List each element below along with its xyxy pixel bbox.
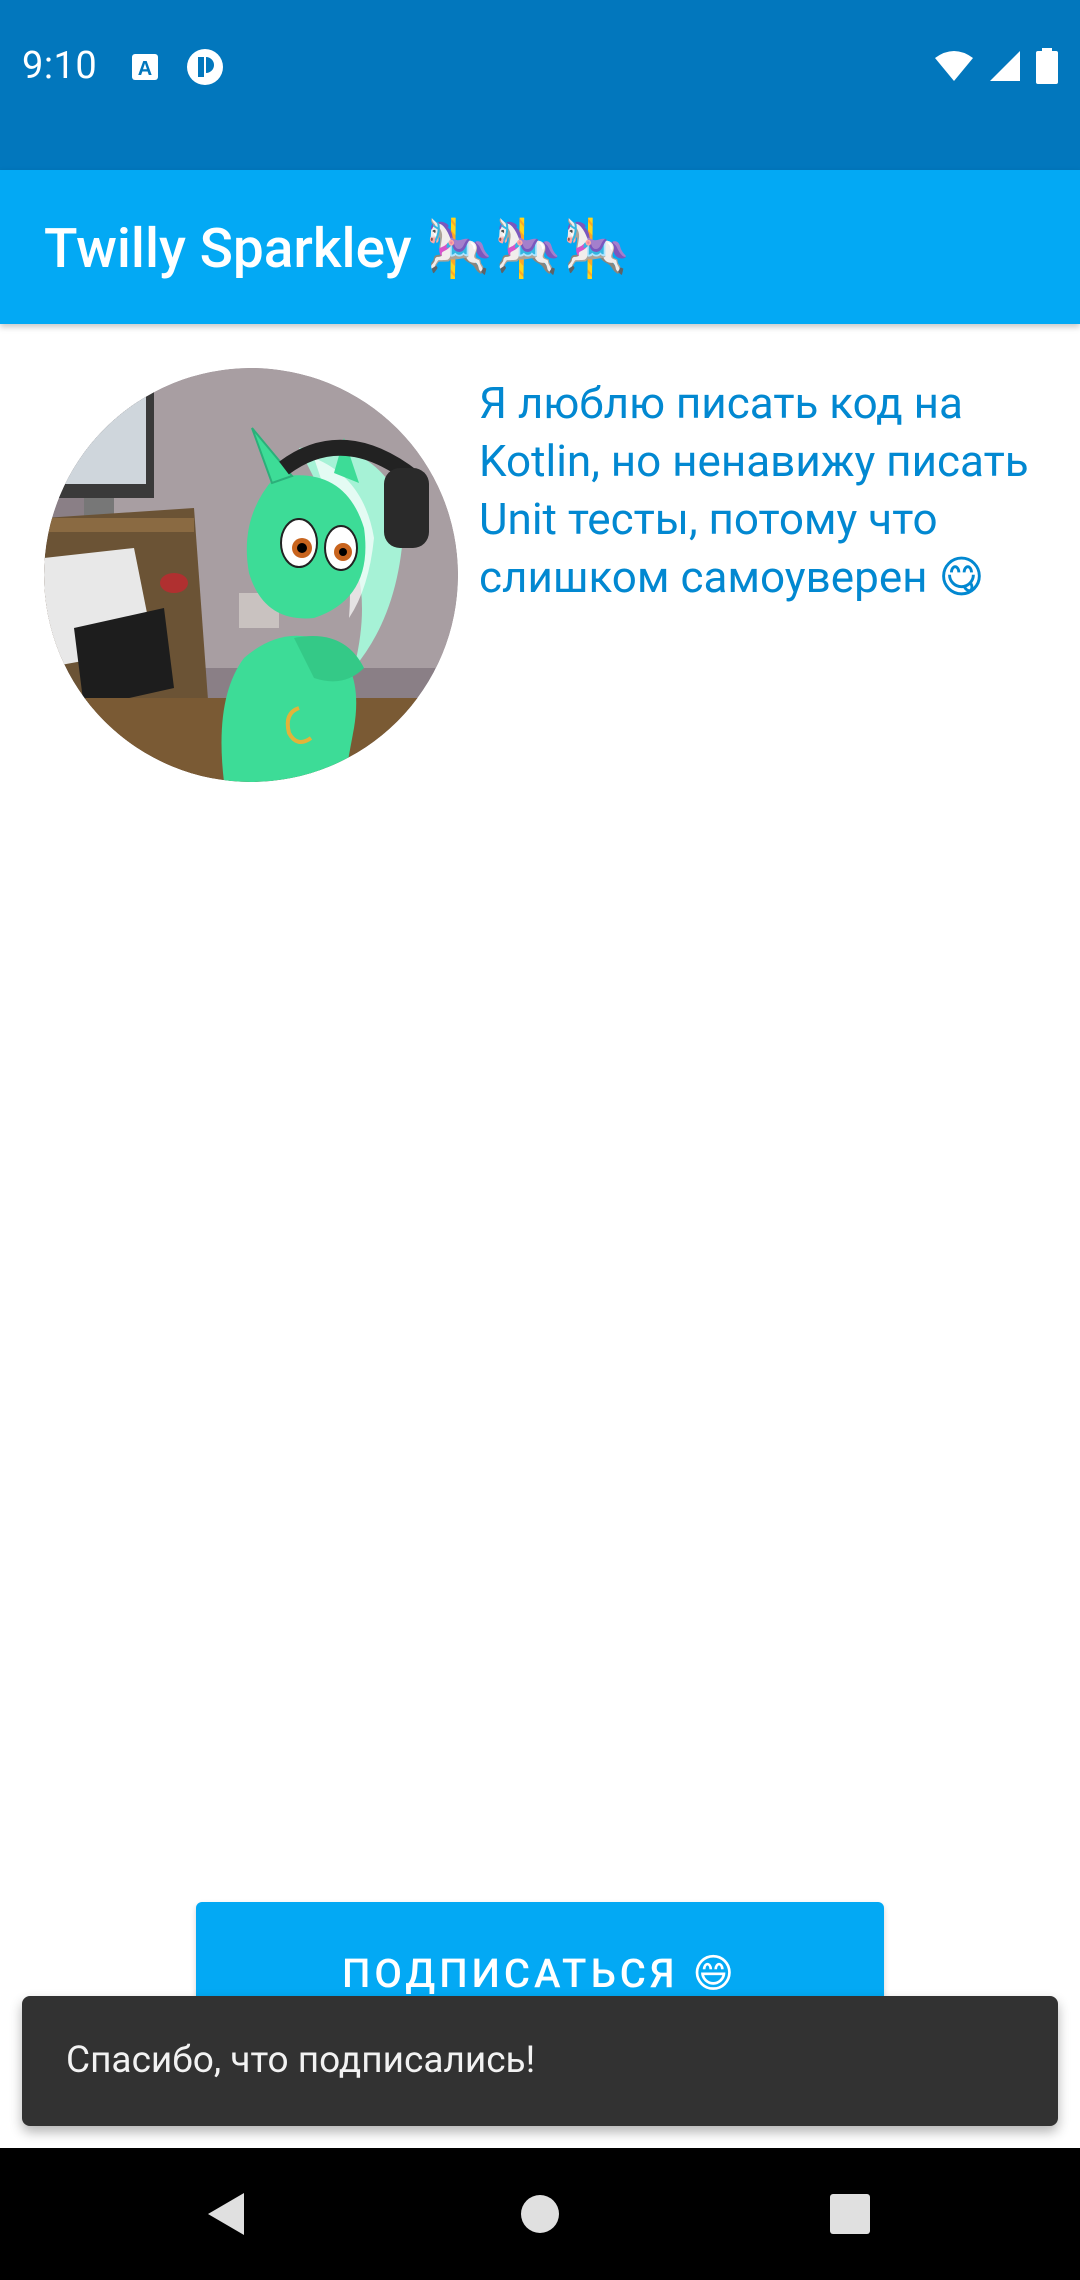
svg-text:A: A [138, 58, 152, 80]
status-system-icons [934, 48, 1058, 88]
back-icon[interactable] [176, 2148, 276, 2280]
home-icon[interactable] [490, 2148, 590, 2280]
pony-avatar [44, 368, 458, 782]
snackbar-message: Спасибо, что подписались! [66, 2039, 536, 2082]
app-notification-icon-2 [186, 48, 224, 90]
app-notification-icon: A [130, 52, 160, 86]
status-time: 9:10 [22, 44, 98, 88]
recents-icon[interactable] [800, 2148, 900, 2280]
status-notification-icons: A [130, 48, 224, 90]
profile-bio: Я люблю писать код на Kotlin, но ненавиж… [479, 377, 1029, 603]
page-title: Twilly Sparkley 🎠🎠🎠 [44, 217, 631, 281]
cell-signal-icon [988, 49, 1022, 87]
app-bar: Twilly Sparkley 🎠🎠🎠 [0, 170, 1080, 324]
battery-icon [1036, 48, 1058, 88]
navigation-bar [0, 2148, 1080, 2280]
status-bar: 9:10 A [0, 0, 1080, 170]
wifi-icon [934, 50, 974, 86]
snackbar: Спасибо, что подписались! [22, 1996, 1058, 2126]
